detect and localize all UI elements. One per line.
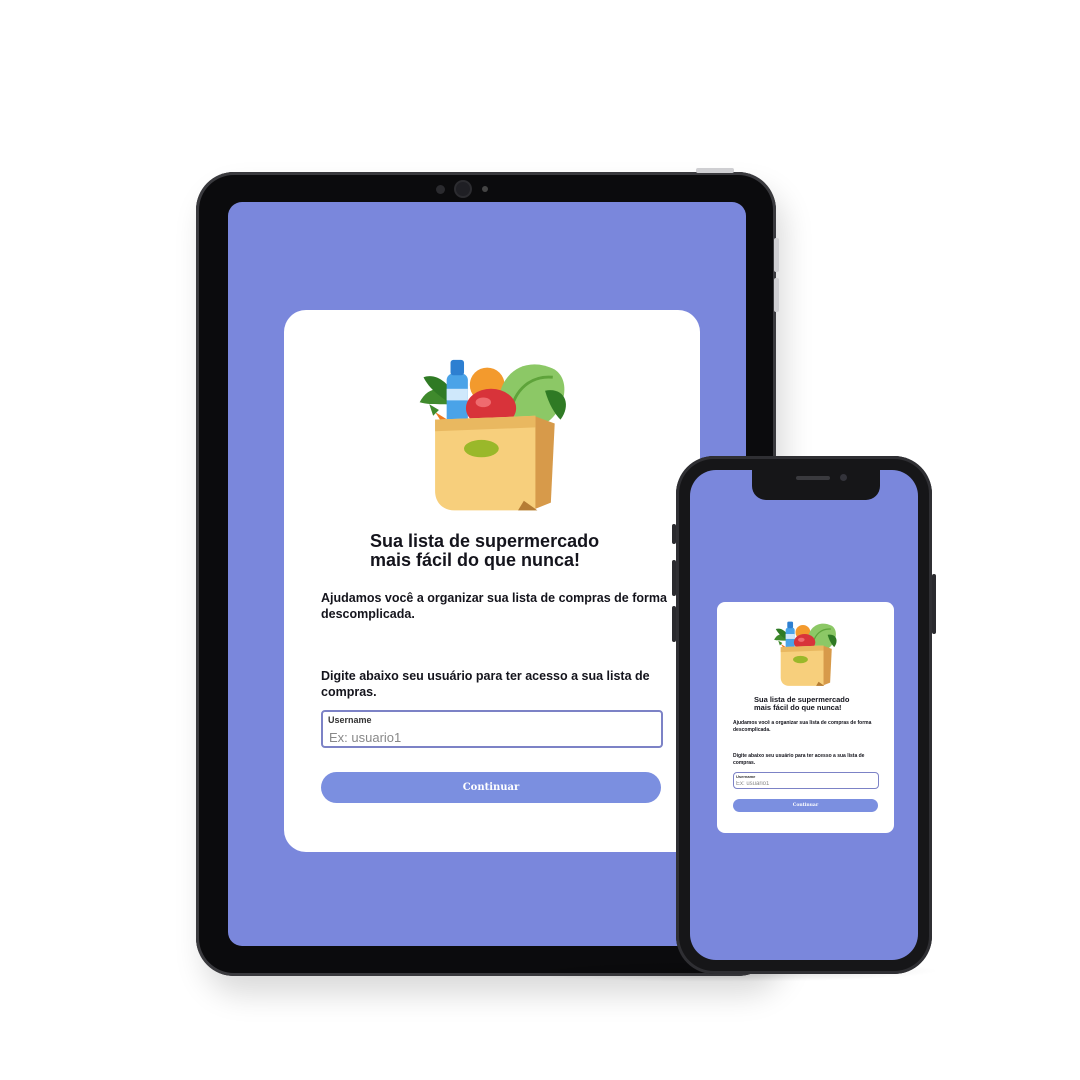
page-title: Sua lista de supermercado mais fácil do … <box>370 532 599 570</box>
instruction-text-mobile: Digite abaixo seu usuário para ter acess… <box>733 753 865 766</box>
tablet-light-sensor-icon <box>482 186 488 192</box>
description-text: Ajudamos você a organizar sua lista de c… <box>321 591 667 622</box>
login-card: Sua lista de supermercado mais fácil do … <box>284 310 700 852</box>
phone-power-button <box>932 574 936 634</box>
username-label: Username <box>328 715 372 725</box>
tablet-volume-down-button <box>774 278 779 312</box>
phone-volume-up-button <box>672 560 676 596</box>
headline-line-2: mais fácil do que nunca! <box>370 549 581 570</box>
grocery-bag-icon <box>410 356 574 520</box>
phone-speaker-icon <box>796 476 830 480</box>
phone-notch <box>752 470 880 500</box>
phone-device-frame: Sua lista de supermercado mais fácil do … <box>672 456 936 974</box>
tablet-volume-up-button <box>774 238 779 272</box>
phone-volume-down-button <box>672 606 676 642</box>
description-text-mobile: Ajudamos você a organizar sua lista de c… <box>733 720 872 733</box>
phone-mute-switch <box>672 524 676 544</box>
continue-button[interactable]: Continuar <box>321 772 661 803</box>
phone-camera-icon <box>840 474 847 481</box>
instruction-text: Digite abaixo seu usuário para ter acess… <box>321 669 650 700</box>
tablet-screen: Sua lista de supermercado mais fácil do … <box>228 202 746 946</box>
tablet-sensor-icon <box>436 185 445 194</box>
tablet-camera-icon <box>456 182 470 196</box>
tablet-top-button <box>696 168 734 173</box>
grocery-bag-icon <box>770 620 840 690</box>
headline-line-1: Sua lista de supermercado <box>370 531 600 551</box>
username-field[interactable]: Username <box>321 710 663 748</box>
login-card-mobile: Sua lista de supermercado mais fácil do … <box>717 602 894 833</box>
phone-screen: Sua lista de supermercado mais fácil do … <box>690 470 918 960</box>
page-title-mobile: Sua lista de supermercado mais fácil do … <box>754 696 849 712</box>
username-label-mobile: Username <box>736 774 756 779</box>
continue-button-mobile[interactable]: Continuar <box>733 799 878 812</box>
username-input[interactable] <box>329 729 649 745</box>
username-input-mobile[interactable] <box>736 780 874 788</box>
username-field-mobile[interactable]: Username <box>733 772 879 789</box>
headline-line-2: mais fácil do que nunca! <box>754 702 842 712</box>
